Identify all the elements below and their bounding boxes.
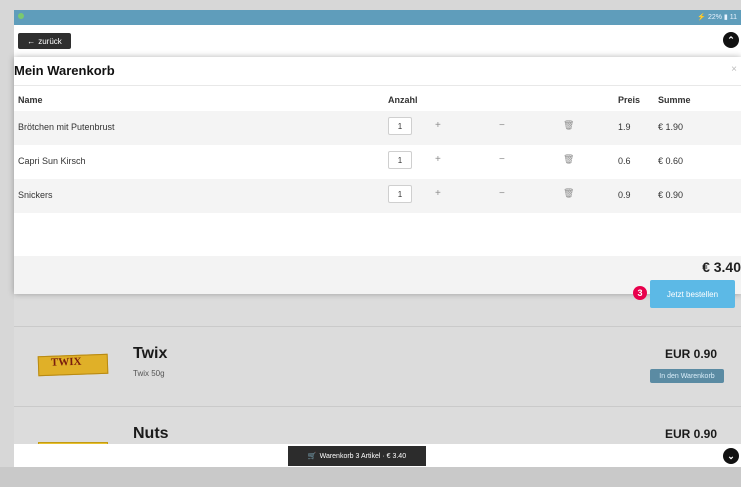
item-price: 0.9 bbox=[618, 190, 631, 200]
cart-icon: 🛒 bbox=[307, 453, 317, 460]
table-row: Capri Sun Kirsch 1 + − 🗑 0.6 € 0.60 bbox=[14, 145, 741, 179]
item-name: Brötchen mit Putenbrust bbox=[18, 122, 115, 132]
item-sum: € 0.90 bbox=[658, 190, 684, 200]
column-header-qty: Anzahl bbox=[388, 95, 418, 105]
cart-summary-label: Warenkorb 3 Artikel · € 3.40 bbox=[319, 452, 407, 460]
quantity-input[interactable]: 1 bbox=[388, 151, 412, 169]
add-to-cart-button[interactable]: In den Warenkorb bbox=[650, 369, 724, 383]
table-row: Brötchen mit Putenbrust 1 + − 🗑 1.9 € 1.… bbox=[14, 111, 741, 145]
product-subtitle: Twix 50g bbox=[133, 369, 165, 378]
plus-icon[interactable]: + bbox=[435, 154, 441, 165]
item-sum: € 0.60 bbox=[658, 156, 684, 166]
status-bar: ⚡ 22% ▮ 11 bbox=[14, 10, 741, 25]
product-card: TWIX Twix Twix 50g EUR 0.90 In den Waren… bbox=[14, 326, 741, 407]
top-bar: ← zurück ⌃ bbox=[14, 25, 741, 57]
modal-header: Mein Warenkorb × bbox=[14, 57, 741, 86]
minus-icon[interactable]: − bbox=[499, 188, 505, 199]
scroll-up-button[interactable]: ⌃ bbox=[723, 32, 739, 48]
notification-dot-icon bbox=[18, 13, 24, 19]
cart-summary: € 3.40 3 Jetzt bestellen bbox=[14, 256, 741, 308]
column-header-name: Name bbox=[18, 95, 43, 105]
plus-icon[interactable]: + bbox=[435, 188, 441, 199]
bottom-bar: 🛒 Warenkorb 3 Artikel · € 3.40 ⌄ bbox=[14, 444, 741, 467]
cart-total: € 3.40 bbox=[702, 259, 741, 275]
item-price: 0.6 bbox=[618, 156, 631, 166]
product-image-twix: TWIX bbox=[37, 353, 109, 377]
app-view: ← zurück ⌃ Mein Warenkorb × Name Anzahl … bbox=[14, 25, 741, 456]
quantity-input[interactable]: 1 bbox=[388, 185, 412, 203]
product-title: Nuts bbox=[133, 425, 169, 442]
minus-icon[interactable]: − bbox=[499, 154, 505, 165]
trash-icon[interactable]: 🗑 bbox=[563, 154, 574, 165]
chevron-down-icon: ⌄ bbox=[727, 450, 735, 461]
order-button[interactable]: Jetzt bestellen bbox=[650, 280, 735, 308]
arrow-left-icon: ← bbox=[27, 36, 36, 46]
cart-modal: Mein Warenkorb × Name Anzahl Preis Summe… bbox=[14, 57, 741, 308]
product-price: EUR 0.90 bbox=[664, 427, 717, 441]
scroll-down-button[interactable]: ⌄ bbox=[723, 448, 739, 464]
step-badge: 3 bbox=[633, 286, 647, 300]
quantity-input[interactable]: 1 bbox=[388, 117, 412, 135]
item-price: 1.9 bbox=[618, 122, 631, 132]
close-icon[interactable]: × bbox=[731, 64, 737, 75]
modal-title: Mein Warenkorb bbox=[14, 63, 115, 78]
column-header-price: Preis bbox=[618, 95, 641, 105]
item-name: Capri Sun Kirsch bbox=[18, 156, 86, 166]
item-sum: € 1.90 bbox=[658, 122, 684, 132]
item-name: Snickers bbox=[18, 190, 53, 200]
cart-summary-button[interactable]: 🛒 Warenkorb 3 Artikel · € 3.40 bbox=[288, 446, 426, 466]
minus-icon[interactable]: − bbox=[499, 120, 505, 131]
back-button[interactable]: ← zurück bbox=[18, 33, 71, 49]
back-label: zurück bbox=[38, 36, 62, 46]
trash-icon[interactable]: 🗑 bbox=[563, 188, 574, 199]
table-row: Snickers 1 + − 🗑 0.9 € 0.90 bbox=[14, 179, 741, 213]
status-bar-info: ⚡ 22% ▮ 11 bbox=[697, 14, 737, 21]
product-price: EUR 0.90 bbox=[664, 347, 717, 361]
product-title: Twix bbox=[133, 345, 168, 362]
chevron-up-icon: ⌃ bbox=[727, 34, 735, 45]
table-header-row: Name Anzahl Preis Summe bbox=[14, 91, 741, 111]
trash-icon[interactable]: 🗑 bbox=[563, 120, 574, 131]
plus-icon[interactable]: + bbox=[435, 120, 441, 131]
column-header-sum: Summe bbox=[658, 95, 691, 105]
